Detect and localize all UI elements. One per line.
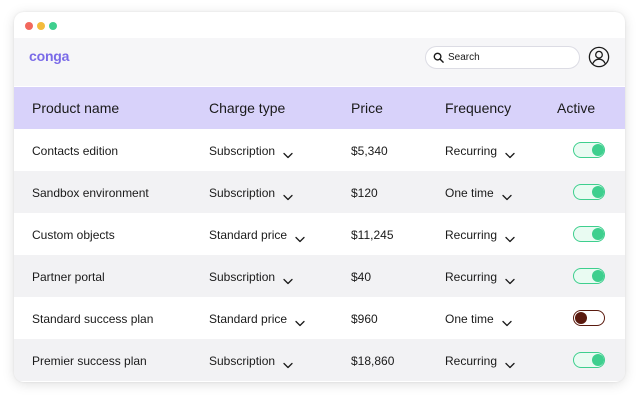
chevron-down-icon	[283, 274, 293, 284]
charge-type-value: Subscription	[209, 186, 276, 200]
table-row: Standard success plan Standard price $960 O…	[14, 297, 625, 339]
active-toggle[interactable]	[573, 352, 605, 368]
charge-type-dropdown[interactable]: Subscription	[209, 144, 293, 158]
frequency-dropdown[interactable]: Recurring	[445, 228, 515, 242]
table-body: Contacts edition Subscription $5,340 Recurr…	[14, 129, 625, 381]
charge-type-value: Standard price	[209, 228, 288, 242]
table-row: Premier success plan Subscription $18,860 R…	[14, 339, 625, 381]
frequency-value: Recurring	[445, 144, 498, 158]
table-row: Partner portal Subscription $40 Recurring	[14, 255, 625, 297]
product-name-cell: Sandbox environment	[32, 186, 149, 200]
active-toggle[interactable]	[573, 268, 605, 284]
price-cell: $960	[351, 312, 378, 326]
chevron-down-icon	[283, 148, 293, 158]
charge-type-dropdown[interactable]: Subscription	[209, 270, 293, 284]
user-avatar-icon[interactable]	[588, 46, 610, 68]
products-table: Product name Charge type Price Frequency…	[14, 87, 625, 381]
price-cell: $11,245	[351, 228, 394, 242]
charge-type-dropdown[interactable]: Subscription	[209, 354, 293, 368]
chevron-down-icon	[505, 274, 515, 284]
maximize-window-button[interactable]	[49, 22, 57, 30]
price-cell: $5,340	[351, 144, 388, 158]
table-row: Custom objects Standard price $11,245 Recur…	[14, 213, 625, 255]
toggle-knob	[574, 311, 587, 324]
active-toggle[interactable]	[573, 226, 605, 242]
chevron-down-icon	[505, 358, 515, 368]
charge-type-value: Subscription	[209, 354, 276, 368]
chevron-down-icon	[295, 232, 305, 242]
active-toggle[interactable]	[573, 142, 605, 158]
frequency-value: Recurring	[445, 270, 498, 284]
active-toggle[interactable]	[573, 310, 605, 326]
chevron-down-icon	[505, 148, 515, 158]
frequency-dropdown[interactable]: Recurring	[445, 144, 515, 158]
column-header-product-name[interactable]: Product name	[32, 100, 119, 116]
price-cell: $40	[351, 270, 372, 284]
charge-type-value: Standard price	[209, 312, 288, 326]
column-header-frequency[interactable]: Frequency	[445, 100, 511, 116]
chevron-down-icon	[505, 232, 515, 242]
charge-type-value: Subscription	[209, 144, 276, 158]
product-name-cell: Standard success plan	[32, 312, 154, 326]
chevron-down-icon	[283, 190, 293, 200]
toggle-knob	[591, 269, 604, 282]
chevron-down-icon	[283, 358, 293, 368]
charge-type-dropdown[interactable]: Standard price	[209, 228, 305, 242]
app-header: conga	[14, 38, 625, 86]
table-row: Sandbox environment Subscription $120 One t…	[14, 171, 625, 213]
charge-type-dropdown[interactable]: Standard price	[209, 312, 305, 326]
charge-type-dropdown[interactable]: Subscription	[209, 186, 293, 200]
product-name-cell: Custom objects	[32, 228, 115, 242]
charge-type-value: Subscription	[209, 270, 276, 284]
search-icon	[433, 52, 444, 63]
toggle-knob	[591, 227, 604, 240]
column-header-active[interactable]: Active	[557, 100, 595, 116]
app-window: conga Product name Charge type Price Fre…	[14, 12, 625, 382]
frequency-dropdown[interactable]: One time	[445, 186, 512, 200]
frequency-value: One time	[445, 312, 494, 326]
title-bar	[14, 12, 625, 38]
frequency-dropdown[interactable]: One time	[445, 312, 512, 326]
product-name-cell: Contacts edition	[32, 144, 119, 158]
column-header-charge-type[interactable]: Charge type	[209, 100, 285, 116]
column-header-price[interactable]: Price	[351, 100, 383, 116]
search-box[interactable]	[425, 46, 580, 69]
chevron-down-icon	[295, 316, 305, 326]
toggle-knob	[591, 185, 604, 198]
chevron-down-icon	[502, 316, 512, 326]
active-toggle[interactable]	[573, 184, 605, 200]
frequency-dropdown[interactable]: Recurring	[445, 354, 515, 368]
toggle-knob	[591, 353, 604, 366]
toggle-knob	[591, 143, 604, 156]
frequency-value: Recurring	[445, 228, 498, 242]
product-name-cell: Premier success plan	[32, 354, 147, 368]
price-cell: $120	[351, 186, 378, 200]
product-name-cell: Partner portal	[32, 270, 105, 284]
close-window-button[interactable]	[25, 22, 33, 30]
frequency-dropdown[interactable]: Recurring	[445, 270, 515, 284]
frequency-value: One time	[445, 186, 494, 200]
price-cell: $18,860	[351, 354, 395, 368]
chevron-down-icon	[502, 190, 512, 200]
search-input[interactable]	[448, 52, 568, 63]
table-row: Contacts edition Subscription $5,340 Recurr…	[14, 129, 625, 171]
minimize-window-button[interactable]	[37, 22, 45, 30]
conga-logo[interactable]: conga	[29, 48, 69, 64]
frequency-value: Recurring	[445, 354, 498, 368]
table-header: Product name Charge type Price Frequency…	[14, 87, 625, 129]
